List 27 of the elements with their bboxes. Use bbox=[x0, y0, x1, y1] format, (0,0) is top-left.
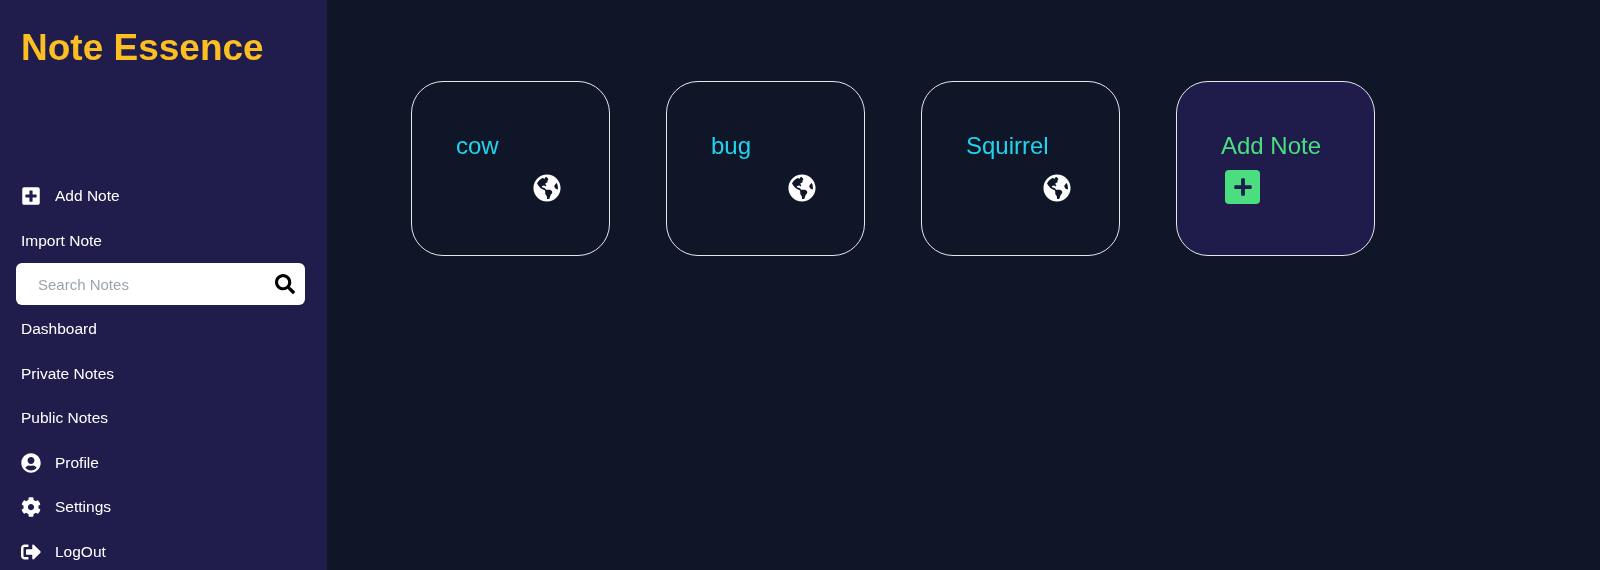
nav-item[interactable]: Add Note bbox=[16, 174, 120, 219]
nav-item[interactable]: Public Notes bbox=[16, 396, 108, 441]
note-title: bug bbox=[711, 132, 752, 160]
nav-item[interactable]: Dashboard bbox=[16, 307, 97, 352]
nav-label: LogOut bbox=[55, 542, 106, 561]
note-card[interactable]: Squirrel bbox=[921, 81, 1120, 256]
search-icon[interactable] bbox=[275, 274, 295, 294]
note-title: cow bbox=[456, 132, 499, 160]
nav-label: Add Note bbox=[55, 187, 120, 206]
user-icon bbox=[21, 452, 41, 473]
nav-item[interactable]: Settings bbox=[16, 485, 111, 530]
nav-label: Profile bbox=[55, 453, 99, 472]
nav-item[interactable]: Import Note bbox=[16, 218, 102, 263]
nav-item[interactable]: Private Notes bbox=[16, 351, 115, 396]
note-title: Add Note bbox=[1221, 132, 1322, 160]
nav-label: Settings bbox=[55, 498, 111, 517]
settings-icon bbox=[21, 497, 41, 518]
plus-icon bbox=[1232, 177, 1253, 197]
note-card[interactable]: cow bbox=[411, 81, 610, 256]
app-title: Note Essence bbox=[21, 26, 265, 70]
add-note-card[interactable]: Add Note bbox=[1176, 81, 1375, 256]
add-button[interactable] bbox=[1225, 170, 1260, 204]
note-title: Squirrel bbox=[966, 132, 1049, 160]
nav-item[interactable]: LogOut bbox=[16, 529, 106, 570]
note-card[interactable]: bug bbox=[666, 81, 865, 256]
nav-item[interactable]: Profile bbox=[16, 440, 99, 485]
search-bar[interactable]: Search Notes bbox=[16, 263, 305, 305]
